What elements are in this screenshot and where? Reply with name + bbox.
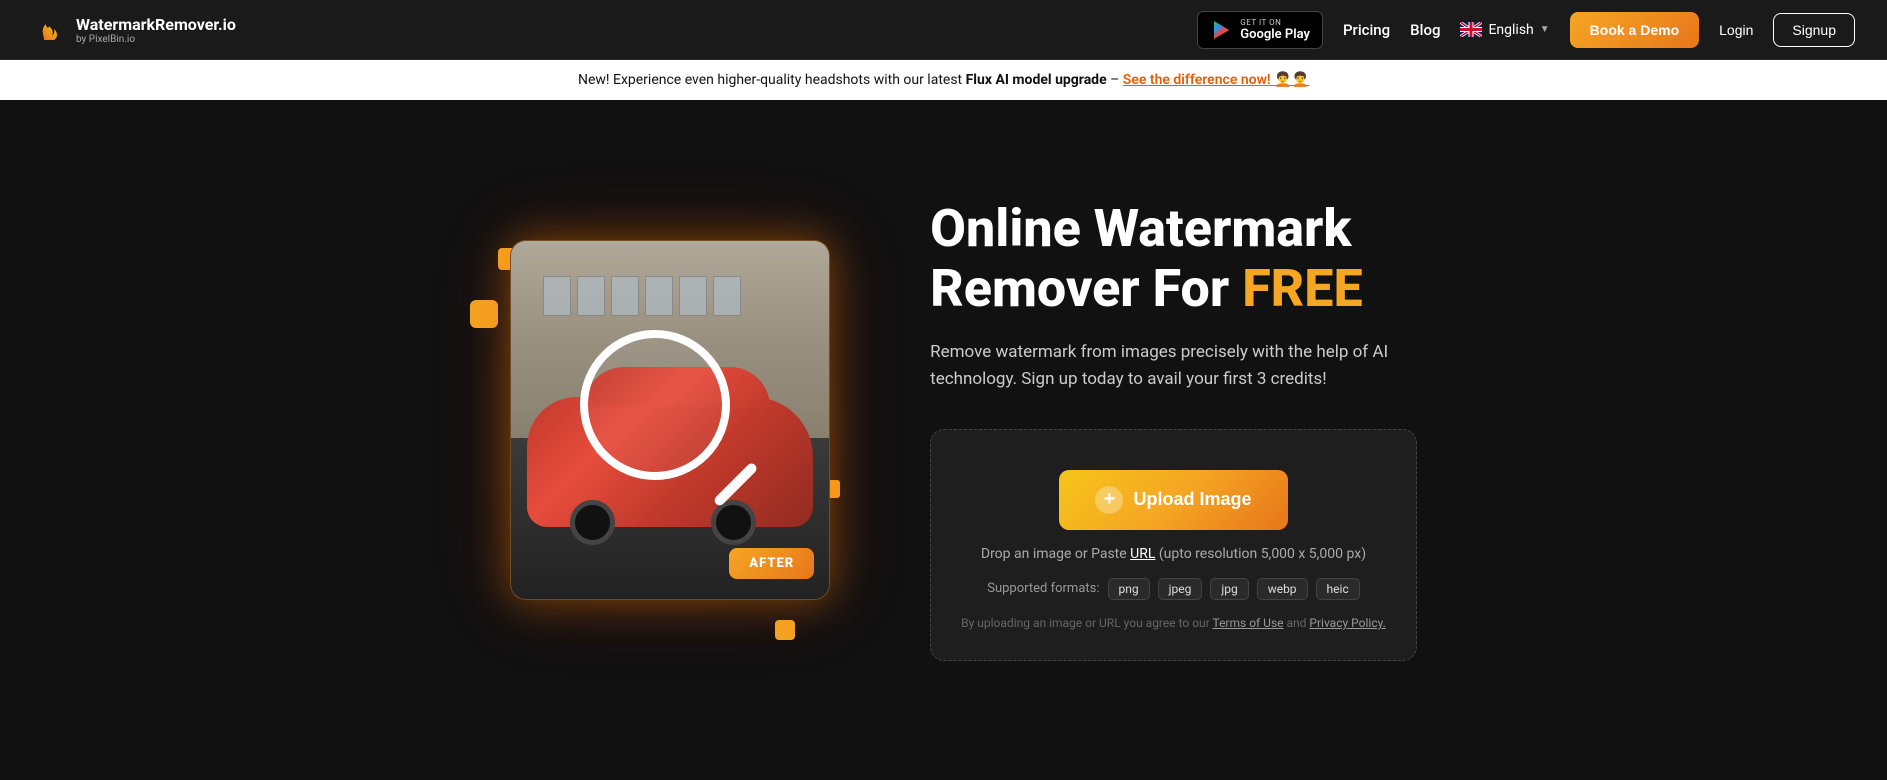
blog-nav-link[interactable]: Blog [1410, 21, 1440, 39]
announcement-bar: New! Experience even higher-quality head… [0, 60, 1887, 100]
logo-main-text: WatermarkRemover.io [76, 15, 236, 34]
format-badge-webp: webp [1257, 578, 1308, 600]
announcement-cta-link[interactable]: See the difference now! 🧑‍🦱🧑‍🦱 [1123, 72, 1309, 88]
hero-content: Online Watermark Remover For FREE Remove… [930, 199, 1417, 661]
hero-title-free: FREE [1242, 258, 1362, 319]
url-link[interactable]: URL [1130, 546, 1155, 562]
announcement-dash: – [1110, 72, 1123, 88]
hero-title-line2-normal: Remover For [930, 258, 1242, 319]
language-label: English [1488, 22, 1533, 38]
formats-label: Supported formats: [987, 581, 1099, 596]
nav-logo-area: WatermarkRemover.io by PixelBin.io [32, 12, 236, 48]
windows-row [543, 276, 797, 316]
google-play-button[interactable]: GET IT ON Google Play [1197, 11, 1323, 49]
book-demo-button[interactable]: Book a Demo [1570, 12, 1699, 48]
logo-text: WatermarkRemover.io by PixelBin.io [76, 15, 236, 45]
nav-right-area: GET IT ON Google Play Pricing Blog Engli… [1197, 11, 1855, 49]
language-selector[interactable]: English ▼ [1460, 22, 1549, 38]
google-play-store-label: Google Play [1240, 27, 1310, 42]
signup-button[interactable]: Signup [1773, 13, 1855, 47]
hero-title-line1: Online Watermark [930, 198, 1351, 259]
hero-title: Online Watermark Remover For FREE [930, 199, 1417, 319]
drop-text: Drop an image or Paste URL (upto resolut… [981, 546, 1366, 562]
terms-text: By uploading an image or URL you agree t… [961, 616, 1386, 630]
window-4 [645, 276, 673, 316]
language-chevron-icon: ▼ [1540, 24, 1550, 35]
magnifier-handle [713, 461, 759, 507]
format-badge-png: png [1108, 578, 1150, 600]
drop-text-after: (upto resolution 5,000 x 5,000 px) [1155, 546, 1366, 562]
google-play-get-label: GET IT ON [1240, 18, 1310, 27]
announcement-text-normal: New! Experience even higher-quality head… [578, 72, 966, 88]
format-badge-jpg: jpg [1210, 578, 1248, 600]
window-6 [713, 276, 741, 316]
deco-square-4 [775, 620, 795, 640]
after-badge: AFTER [729, 548, 814, 579]
pricing-nav-link[interactable]: Pricing [1343, 21, 1390, 39]
magnifier-overlay [580, 330, 760, 510]
formats-row: Supported formats: png jpeg jpg webp hei… [987, 578, 1359, 600]
hero-section: AFTER Online Watermark Remover For FREE … [0, 100, 1887, 780]
flag-icon [1460, 22, 1482, 37]
upload-plus-icon: + [1095, 486, 1123, 514]
terms-of-use-link[interactable]: Terms of Use [1212, 616, 1283, 630]
navbar: WatermarkRemover.io by PixelBin.io [0, 0, 1887, 60]
window-2 [577, 276, 605, 316]
announcement-bold-text: Flux AI model upgrade [966, 72, 1107, 88]
logo-sub-text: by PixelBin.io [76, 34, 236, 45]
format-badge-jpeg: jpeg [1158, 578, 1203, 600]
privacy-policy-link[interactable]: Privacy Policy. [1309, 616, 1385, 630]
login-button[interactable]: Login [1719, 22, 1753, 38]
google-play-icon [1210, 19, 1232, 41]
window-5 [679, 276, 707, 316]
window-3 [611, 276, 639, 316]
upload-button-label: Upload Image [1133, 489, 1251, 510]
hero-image-area: AFTER [470, 220, 850, 640]
google-play-text: GET IT ON Google Play [1240, 18, 1310, 42]
upload-box: + Upload Image Drop an image or Paste UR… [930, 429, 1417, 661]
deco-square-2 [470, 300, 498, 328]
magnifier-circle [580, 330, 730, 480]
format-badge-heic: heic [1316, 578, 1360, 600]
logo-icon [32, 12, 68, 48]
image-card: AFTER [510, 240, 830, 600]
drop-text-normal: Drop an image or Paste [981, 546, 1130, 562]
upload-image-button[interactable]: + Upload Image [1059, 470, 1287, 530]
hero-subtitle: Remove watermark from images precisely w… [930, 339, 1410, 393]
window-1 [543, 276, 571, 316]
